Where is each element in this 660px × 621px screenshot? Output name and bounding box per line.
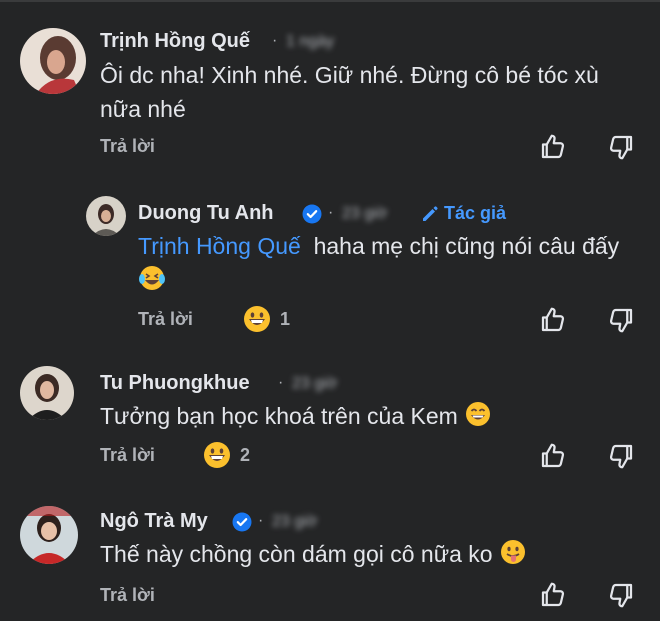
avatar[interactable] <box>20 28 86 94</box>
thumbs-up-icon[interactable] <box>538 305 568 335</box>
separator-dot: · <box>258 512 264 529</box>
separator-dot: · <box>272 32 278 49</box>
laughing-tears-emoji-icon <box>139 266 165 290</box>
comment-text: Trịnh Hồng Quế haha mẹ chị cũng nói câu … <box>138 229 643 297</box>
comment-text: Ôi dc nha! Xinh nhé. Giữ nhé. Đừng cô bé… <box>100 62 599 122</box>
comment-text: Thế này chồng còn dám gọi cô nữa ko <box>100 537 645 571</box>
thumbs-down-icon[interactable] <box>606 580 636 610</box>
reaction-count: 2 <box>240 444 251 465</box>
avatar[interactable] <box>20 506 78 564</box>
reaction-count: 1 <box>280 308 291 329</box>
comment-time[interactable]: 23 giờ <box>342 205 387 223</box>
thumbs-down-icon[interactable] <box>606 305 636 335</box>
thumbs-down-icon[interactable] <box>606 441 636 471</box>
separator-dot: · <box>278 374 284 391</box>
smile-emoji-icon <box>466 402 491 426</box>
comment-time[interactable]: 1 ngày <box>286 33 334 51</box>
avatar[interactable] <box>20 366 74 420</box>
reply-button[interactable]: Trả lời <box>138 309 193 330</box>
commenter-name[interactable]: Tu Phuongkhue <box>100 372 250 395</box>
comment-time[interactable]: 23 giờ <box>292 375 337 393</box>
comment-text: Tưởng bạn học khoá trên của Kem <box>100 399 645 433</box>
separator-dot: · <box>328 204 334 221</box>
verified-badge-icon <box>232 512 252 532</box>
divider <box>0 0 660 2</box>
commenter-name[interactable]: Trịnh Hồng Quế <box>100 30 250 53</box>
reply-button[interactable]: Trả lời <box>100 585 155 606</box>
verified-badge-icon <box>302 204 322 224</box>
reply-button[interactable]: Trả lời <box>100 136 155 157</box>
thumbs-down-icon[interactable] <box>606 132 636 162</box>
comment-body: Tưởng bạn học khoá trên của Kem <box>100 403 458 429</box>
grin-emoji-icon <box>244 306 270 332</box>
reply-button[interactable]: Trả lời <box>100 445 155 466</box>
commenter-name[interactable]: Duong Tu Anh <box>138 202 274 225</box>
reaction-summary[interactable]: 1 <box>242 304 290 334</box>
reaction-summary[interactable]: 2 <box>202 440 250 470</box>
reply-text: haha mẹ chị cũng nói câu đấy <box>313 233 620 259</box>
pencil-icon <box>423 205 438 221</box>
mention-link[interactable]: Trịnh Hồng Quế <box>138 233 301 259</box>
thumbs-up-icon[interactable] <box>538 132 568 162</box>
comment-body: Thế này chồng còn dám gọi cô nữa ko <box>100 541 493 567</box>
thumbs-up-icon[interactable] <box>538 580 568 610</box>
commenter-name[interactable]: Ngô Trà My <box>100 510 208 533</box>
tongue-emoji-icon <box>500 540 525 564</box>
thumbs-up-icon[interactable] <box>538 441 568 471</box>
grin-emoji-icon <box>204 442 230 468</box>
avatar[interactable] <box>86 196 126 236</box>
author-badge: Tác giả <box>420 203 506 224</box>
comment-time[interactable]: 23 giờ <box>272 513 317 531</box>
author-label: Tác giả <box>444 203 507 223</box>
